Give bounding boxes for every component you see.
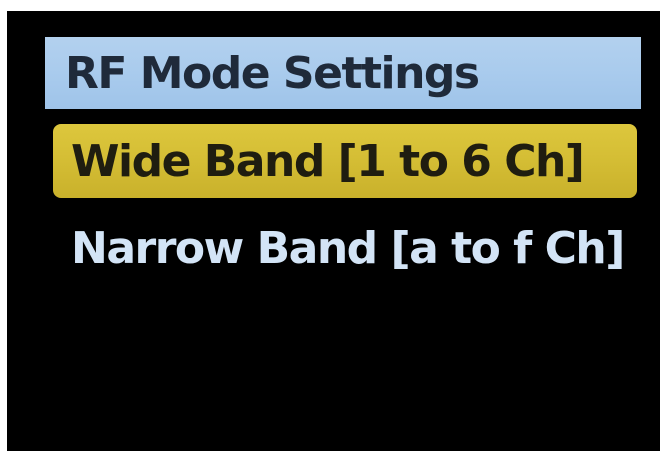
title-bar: RF Mode Settings bbox=[45, 37, 641, 109]
menu-item-wide-band[interactable]: Wide Band [1 to 6 Ch] bbox=[53, 124, 637, 198]
menu-item-label: Narrow Band [a to f Ch] bbox=[71, 222, 625, 274]
page-title: RF Mode Settings bbox=[65, 47, 480, 99]
menu-item-label: Wide Band [1 to 6 Ch] bbox=[71, 135, 585, 187]
menu-item-narrow-band[interactable]: Narrow Band [a to f Ch] bbox=[53, 211, 637, 285]
device-screen: RF Mode Settings Wide Band [1 to 6 Ch] N… bbox=[7, 11, 660, 451]
